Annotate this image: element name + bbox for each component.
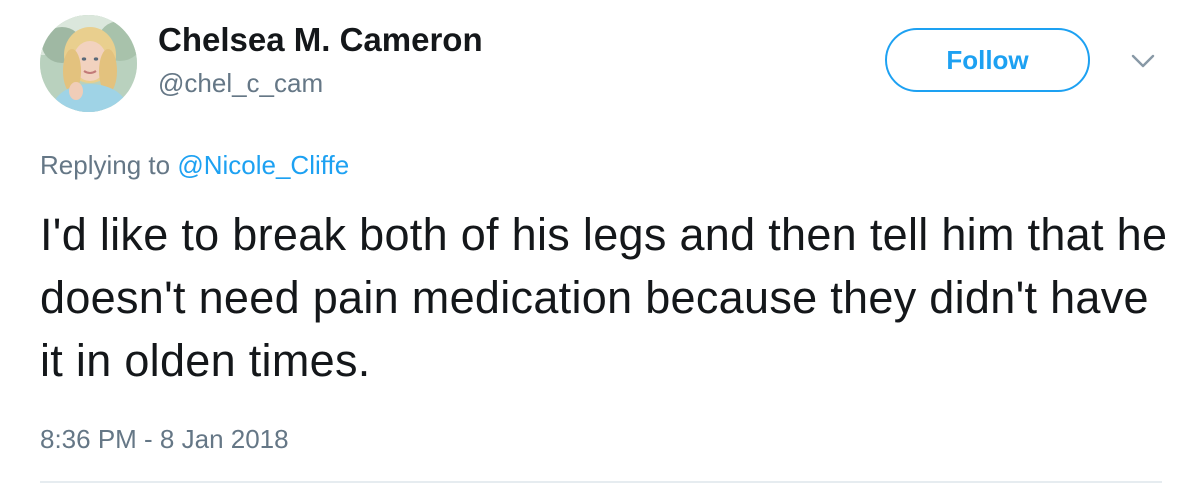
follow-button[interactable]: Follow: [885, 28, 1090, 92]
avatar-photo-icon: [40, 15, 137, 112]
tweet-timestamp[interactable]: 8:36 PM - 8 Jan 2018: [40, 422, 289, 456]
reply-mention-link[interactable]: @Nicole_Cliffe: [177, 150, 349, 180]
chevron-down-icon: [1131, 54, 1155, 68]
display-name[interactable]: Chelsea M. Cameron: [158, 20, 483, 60]
replying-prefix: Replying to: [40, 150, 178, 180]
user-handle[interactable]: @chel_c_cam: [158, 67, 323, 99]
tweet-card: Chelsea M. Cameron @chel_c_cam Follow Re…: [0, 0, 1194, 484]
replying-to: Replying to @Nicole_Cliffe: [40, 148, 349, 182]
tweet-text: I'd like to break both of his legs and t…: [40, 209, 1168, 386]
more-options-button[interactable]: [1128, 48, 1158, 74]
divider: [40, 481, 1162, 483]
user-avatar[interactable]: [40, 15, 137, 112]
